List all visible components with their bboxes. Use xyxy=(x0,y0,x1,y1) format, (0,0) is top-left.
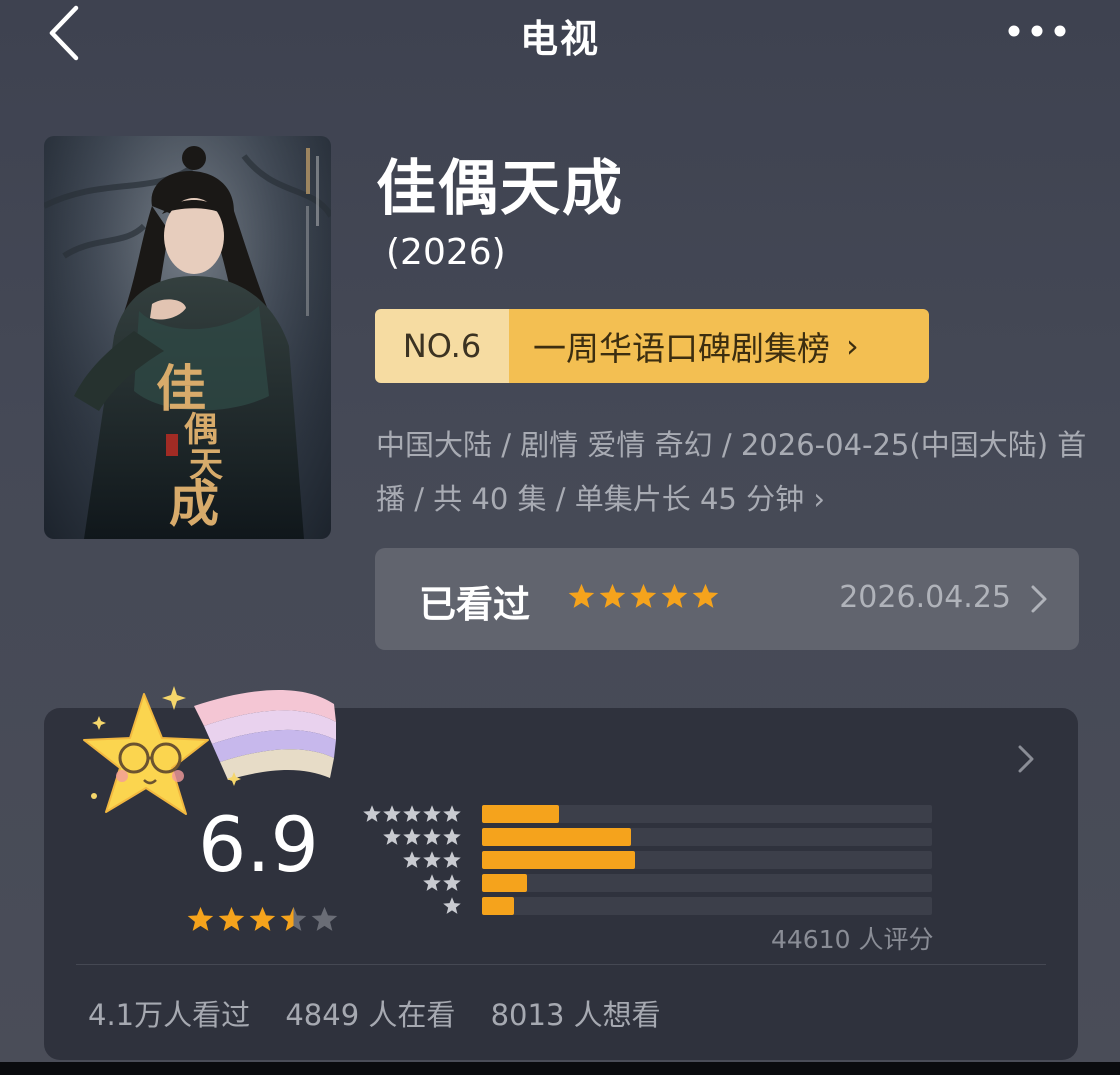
rating-distribution-row xyxy=(368,873,938,895)
star-icon xyxy=(568,583,595,608)
more-button[interactable] xyxy=(1002,14,1072,48)
distribution-bar xyxy=(482,874,527,892)
ranking-label: 一周华语口碑剧集榜 xyxy=(533,329,830,368)
star-icon xyxy=(443,805,461,822)
star-icon xyxy=(443,897,461,914)
drama-meta-info[interactable]: 中国大陆 / 剧情 爱情 奇幻 / 2026-04-25(中国大陆) 首播 / … xyxy=(376,418,1088,526)
top-bar: 电视 xyxy=(0,0,1120,70)
ranking-label-container: 一周华语口碑剧集榜 › xyxy=(509,309,929,383)
chevron-right-icon: › xyxy=(846,327,859,365)
distribution-stars xyxy=(362,804,462,826)
star-icon xyxy=(363,805,381,822)
distribution-bar-track xyxy=(482,851,932,869)
watching-count: 4849 人在看 xyxy=(285,998,456,1032)
distribution-stars xyxy=(402,850,462,872)
watched-status-card[interactable]: 已看过 2026.04.25 xyxy=(375,548,1079,650)
star-icon xyxy=(599,583,626,608)
star-icon xyxy=(403,851,421,868)
star-icon xyxy=(630,583,657,608)
want-count: 8013 人想看 xyxy=(490,998,661,1032)
distribution-bar xyxy=(482,897,514,915)
svg-text:偶: 偶 xyxy=(184,410,218,450)
star-icon xyxy=(692,583,719,608)
star-icon xyxy=(423,851,441,868)
distribution-stars xyxy=(442,896,462,918)
rating-score-stars xyxy=(186,905,339,934)
drama-year: (2026) xyxy=(386,232,506,273)
star-icon xyxy=(443,828,461,845)
star-icon xyxy=(311,906,338,931)
star-icon xyxy=(403,805,421,822)
star-icon xyxy=(218,906,245,931)
rating-card[interactable]: 6.9 44610 人评分 4.1万人看过 4849 人在看 8013 人想看 xyxy=(44,686,1078,1060)
star-icon xyxy=(383,828,401,845)
star-icon xyxy=(423,828,441,845)
star-icon xyxy=(249,906,276,931)
star-icon xyxy=(187,906,214,931)
rating-distribution-row xyxy=(368,850,938,872)
watch-stats: 4.1万人看过 4849 人在看 8013 人想看 xyxy=(88,992,687,1034)
poster-image: 佳 偶 天 成 xyxy=(44,136,331,539)
star-icon xyxy=(443,874,461,891)
chevron-right-icon xyxy=(1031,585,1047,613)
meta-text: 中国大陆 / 剧情 爱情 奇幻 / 2026-04-25(中国大陆) 首播 / … xyxy=(376,428,1087,516)
watched-label: 已看过 xyxy=(419,583,530,626)
distribution-bar-track xyxy=(482,897,932,915)
chevron-right-icon[interactable] xyxy=(1016,744,1036,774)
rating-distribution-row xyxy=(368,827,938,849)
rating-count: 44610 人评分 xyxy=(771,925,934,954)
chevron-right-icon: › xyxy=(813,482,825,516)
rating-distribution-row xyxy=(363,804,938,826)
star-icon xyxy=(423,874,441,891)
ranking-badge[interactable]: NO.6 一周华语口碑剧集榜 › xyxy=(375,309,929,383)
more-horizontal-icon xyxy=(1008,25,1066,37)
watched-date: 2026.04.25 xyxy=(839,580,1011,615)
distribution-stars xyxy=(382,827,462,849)
star-icon xyxy=(443,851,461,868)
distribution-bar-track xyxy=(482,874,932,892)
distribution-bar xyxy=(482,828,631,846)
star-icon xyxy=(423,805,441,822)
rating-distribution-row xyxy=(368,896,938,918)
distribution-bar xyxy=(482,851,635,869)
rating-score: 6.9 xyxy=(198,800,319,889)
bottom-bar xyxy=(0,1062,1120,1075)
distribution-bar-track xyxy=(482,828,932,846)
divider xyxy=(76,964,1046,965)
watched-count: 4.1万人看过 xyxy=(88,998,251,1032)
drama-title: 佳偶天成 xyxy=(376,154,624,224)
ranking-number: NO.6 xyxy=(375,309,509,383)
distribution-bar xyxy=(482,805,559,823)
distribution-stars xyxy=(422,873,462,895)
distribution-bar-track xyxy=(482,805,932,823)
star-icon xyxy=(661,583,688,608)
drama-poster[interactable]: 佳 偶 天 成 xyxy=(44,136,331,539)
svg-text:成: 成 xyxy=(169,474,219,533)
star-icon xyxy=(383,805,401,822)
user-rating-stars xyxy=(567,582,720,616)
star-icon xyxy=(403,828,421,845)
page-title: 电视 xyxy=(519,17,600,61)
star-icon xyxy=(280,906,307,931)
